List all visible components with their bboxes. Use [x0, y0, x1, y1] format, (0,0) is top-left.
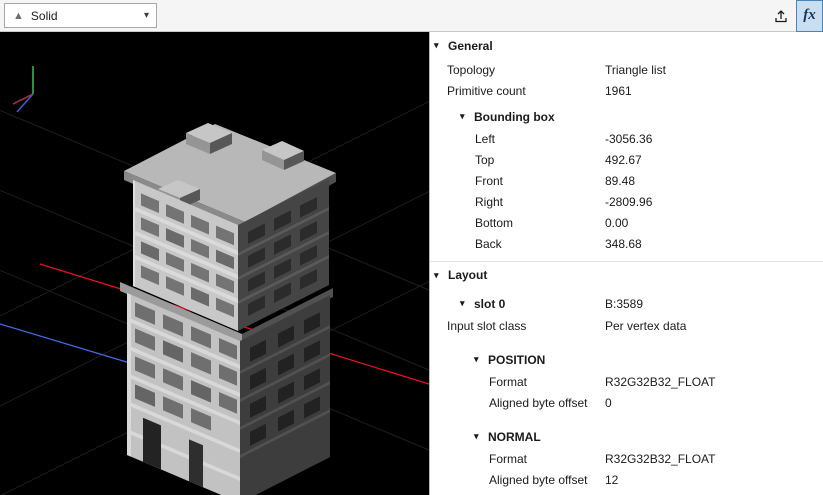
property-value: R32G32B32_FLOAT [605, 375, 716, 389]
property-row: Input slot class Per vertex data [430, 315, 823, 336]
section-layout[interactable]: ▾ Layout [430, 261, 823, 288]
toolbar: ▲ Solid ▾ fx [0, 0, 823, 32]
property-row: Right -2809.96 [430, 191, 823, 212]
property-row: Left -3056.36 [430, 128, 823, 149]
main-content: ▾ General Topology Triangle list Primiti… [0, 32, 823, 495]
property-row: Back 348.68 [430, 233, 823, 254]
section-general[interactable]: ▾ General [430, 32, 823, 59]
property-label: Input slot class [447, 319, 526, 333]
property-row: Format R32G32B32_FLOAT [430, 371, 823, 392]
section-position[interactable]: ▾ POSITION [430, 348, 823, 371]
export-button[interactable] [766, 0, 796, 32]
property-row: Topology Triangle list [430, 59, 823, 80]
collapse-icon[interactable]: ▾ [474, 354, 488, 365]
building-mesh [120, 123, 336, 495]
collapse-icon[interactable]: ▾ [474, 431, 488, 442]
property-label: Left [475, 132, 495, 146]
property-label: Aligned byte offset [489, 396, 588, 410]
collapse-icon[interactable]: ▾ [460, 298, 474, 309]
property-value: R32G32B32_FLOAT [605, 452, 716, 466]
section-normal[interactable]: ▾ NORMAL [430, 425, 823, 448]
properties-panel: ▾ General Topology Triangle list Primiti… [429, 32, 823, 495]
property-row: Primitive count 1961 [430, 80, 823, 101]
property-label: Bottom [475, 216, 513, 230]
property-value: 0.00 [605, 216, 628, 230]
section-title: NORMAL [488, 430, 541, 444]
property-row: Aligned byte offset 0 [430, 392, 823, 413]
mesh-preview [0, 32, 429, 495]
toolbar-right: fx [766, 0, 823, 32]
collapse-icon[interactable]: ▾ [434, 270, 448, 281]
section-bounding-box[interactable]: ▾ Bounding box [430, 105, 823, 128]
property-value: 348.68 [605, 237, 642, 251]
property-value: 492.67 [605, 153, 642, 167]
property-value: 12 [605, 473, 618, 487]
property-label: Front [475, 174, 503, 188]
section-title: General [448, 39, 493, 53]
property-row: Aligned byte offset 12 [430, 469, 823, 490]
render-mode-value: Solid [31, 9, 144, 23]
graphics-analyzer-window: ▲ Solid ▾ fx [0, 0, 823, 495]
fx-button[interactable]: fx [796, 0, 823, 32]
section-title: POSITION [488, 353, 545, 367]
collapse-icon[interactable]: ▾ [434, 40, 448, 51]
property-label: Aligned byte offset [489, 473, 588, 487]
property-label: Back [475, 237, 502, 251]
property-row: Top 492.67 [430, 149, 823, 170]
section-slot-0[interactable]: ▾ slot 0 B:3589 [430, 292, 823, 315]
solid-mode-icon: ▲ [13, 10, 24, 22]
collapse-icon[interactable]: ▾ [460, 111, 474, 122]
property-value: -2809.96 [605, 195, 652, 209]
property-label: Right [475, 195, 503, 209]
property-label: Primitive count [447, 84, 526, 98]
3d-viewport[interactable] [0, 32, 429, 495]
property-value: -3056.36 [605, 132, 652, 146]
property-value: Triangle list [605, 63, 666, 77]
section-title: Layout [448, 268, 487, 282]
property-value: B:3589 [605, 297, 643, 311]
property-label: Format [489, 375, 527, 389]
section-title: slot 0 [474, 297, 505, 311]
property-label: Topology [447, 63, 495, 77]
property-value: 1961 [605, 84, 632, 98]
property-row: Format R32G32B32_FLOAT [430, 448, 823, 469]
chevron-down-icon: ▾ [144, 10, 149, 21]
property-row: Front 89.48 [430, 170, 823, 191]
render-mode-dropdown[interactable]: ▲ Solid ▾ [4, 3, 157, 28]
property-value: 0 [605, 396, 612, 410]
property-label: Top [475, 153, 494, 167]
property-label: Format [489, 452, 527, 466]
export-icon [773, 8, 789, 24]
property-value: Per vertex data [605, 319, 686, 333]
section-title: Bounding box [474, 110, 555, 124]
property-value: 89.48 [605, 174, 635, 188]
property-row: Bottom 0.00 [430, 212, 823, 233]
